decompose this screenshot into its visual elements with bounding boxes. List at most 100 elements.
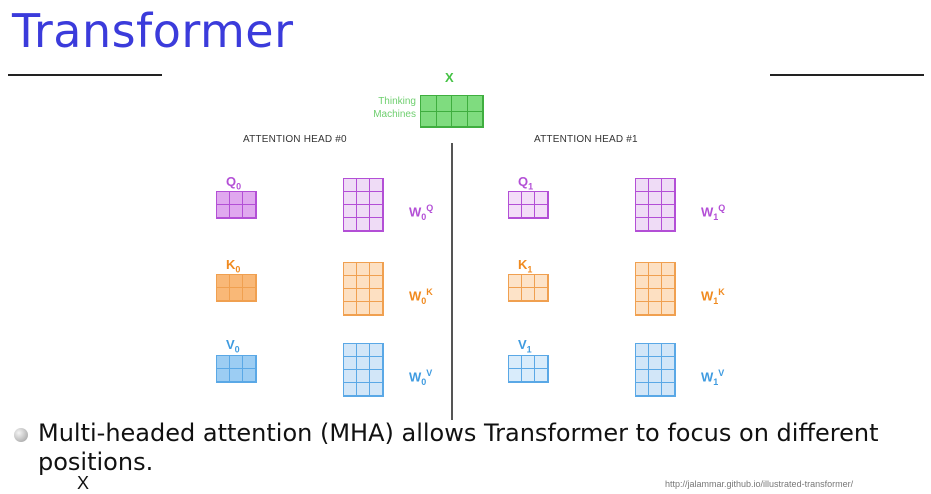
head-1-q-matrix-cell (535, 205, 548, 218)
head-1-v-matrix-cell (535, 369, 548, 382)
head-0-wq-matrix-cell (357, 218, 370, 231)
head-0-k-matrix-cell (230, 275, 243, 288)
head-1-q-matrix-cell (522, 205, 535, 218)
head-1-title: ATTENTION HEAD #1 (534, 134, 638, 145)
head-0-wv-matrix-cell (370, 370, 383, 383)
x-matrix-cell (452, 96, 468, 112)
head-0-q-matrix (216, 191, 257, 219)
x-caption: Thinking Machines (362, 95, 416, 121)
head-1-k-matrix-cell (535, 275, 548, 288)
head-0-wk-matrix-cell (370, 302, 383, 315)
head-0-q-matrix-cell (217, 205, 230, 218)
head-1-k-matrix (508, 274, 549, 302)
head-0-wv-matrix-cell (344, 370, 357, 383)
head-1-k-matrix-cell (522, 275, 535, 288)
head-1-k-label: K1 (518, 257, 532, 275)
head-1-wv-label-base: W (701, 369, 714, 385)
x-matrix (420, 95, 484, 128)
head-1-q-matrix-cell (509, 192, 522, 205)
head-0-wk-matrix-cell (344, 289, 357, 302)
head-divider (451, 143, 453, 420)
x-matrix-cell (436, 96, 452, 112)
head-0-wk-matrix-cell (370, 289, 383, 302)
head-0-q-label: Q0 (226, 174, 241, 192)
x-matrix-cell (436, 111, 452, 127)
head-1-wq-matrix-cell (636, 192, 649, 205)
head-0-wk-label-base: W (409, 288, 422, 304)
head-0-q-matrix-cell (243, 205, 256, 218)
head-1-wv-matrix-cell (662, 357, 675, 370)
head-0-wq-matrix-cell (344, 218, 357, 231)
head-1-wk-matrix-cell (636, 289, 649, 302)
x-matrix-cell (421, 111, 437, 127)
head-0-wk-matrix-cell (357, 276, 370, 289)
head-0-wv-matrix-cell (344, 383, 357, 396)
x-caption-line2: Machines (373, 109, 416, 120)
head-1-wq-label: W1Q (701, 203, 725, 222)
head-0-wv-label-subscript: 0 (421, 376, 427, 387)
head-0-wv-matrix-cell (344, 357, 357, 370)
head-0-wq-matrix (343, 178, 384, 232)
x-caption-line1: Thinking (378, 96, 416, 107)
head-0-v-matrix-cell (217, 369, 230, 382)
head-1-wk-matrix-cell (662, 263, 675, 276)
head-1-wk-label-base: W (701, 288, 714, 304)
head-1-k-label-base: K (518, 257, 528, 272)
head-0-k-label-base: K (226, 257, 236, 272)
head-0-wk-matrix-cell (357, 263, 370, 276)
page-title: Transformer (12, 4, 294, 58)
head-1-wv-label: W1V (701, 368, 724, 387)
head-1-wv-matrix-cell (662, 344, 675, 357)
head-1-wv-matrix-cell (649, 370, 662, 383)
head-0-wq-matrix-cell (344, 179, 357, 192)
head-1-wv-matrix-cell (636, 383, 649, 396)
head-0-wk-matrix-cell (357, 302, 370, 315)
head-1-wq-matrix-cell (636, 218, 649, 231)
head-1-wq-matrix-cell (649, 179, 662, 192)
head-0-wk-matrix-cell (344, 302, 357, 315)
head-0-wk-matrix-cell (370, 276, 383, 289)
head-0-v-matrix (216, 355, 257, 383)
head-0-wk-matrix-cell (357, 289, 370, 302)
head-0-q-matrix-cell (243, 192, 256, 205)
head-1-wk-matrix-cell (636, 276, 649, 289)
head-1-k-matrix-cell (522, 288, 535, 301)
head-1-wq-matrix-cell (636, 205, 649, 218)
head-0-wk-matrix (343, 262, 384, 316)
head-1-wv-matrix-cell (649, 357, 662, 370)
head-0-wv-matrix-cell (357, 357, 370, 370)
head-1-wq-matrix-cell (662, 205, 675, 218)
head-1-v-label: V1 (518, 337, 532, 355)
head-1-wk-label-superscript: K (718, 287, 725, 297)
head-0-wq-matrix-cell (344, 192, 357, 205)
head-0-v-matrix-cell (217, 356, 230, 369)
head-0-wv-label-superscript: V (426, 368, 433, 378)
head-0-k-matrix-cell (230, 288, 243, 301)
head-1-wv-matrix-cell (649, 383, 662, 396)
head-1-wv-matrix-cell (636, 357, 649, 370)
head-0-k-matrix-cell (217, 275, 230, 288)
head-0-title: ATTENTION HEAD #0 (243, 134, 347, 145)
head-1-k-matrix-cell (509, 275, 522, 288)
head-1-v-matrix-cell (509, 356, 522, 369)
head-0-v-matrix-cell (243, 356, 256, 369)
head-0-k-matrix-cell (243, 275, 256, 288)
head-0-wk-matrix-cell (370, 263, 383, 276)
head-0-wq-label-subscript: 0 (421, 211, 427, 222)
head-1-wq-matrix-cell (649, 218, 662, 231)
head-0-v-label-subscript: 0 (234, 344, 240, 355)
head-0-wv-matrix-cell (370, 357, 383, 370)
head-1-v-matrix-cell (522, 369, 535, 382)
title-rule-right (770, 74, 924, 76)
head-0-wv-matrix-cell (357, 370, 370, 383)
head-1-wv-matrix-cell (636, 344, 649, 357)
head-1-wq-label-subscript: 1 (713, 211, 719, 222)
head-0-k-label: K0 (226, 257, 240, 275)
head-1-wk-matrix-cell (649, 263, 662, 276)
head-1-v-matrix-cell (509, 369, 522, 382)
head-1-v-matrix (508, 355, 549, 383)
head-1-wq-label-base: W (701, 204, 714, 220)
head-1-wq-matrix-cell (662, 179, 675, 192)
head-1-v-label-base: V (518, 337, 527, 352)
x-matrix-cell (421, 96, 437, 112)
